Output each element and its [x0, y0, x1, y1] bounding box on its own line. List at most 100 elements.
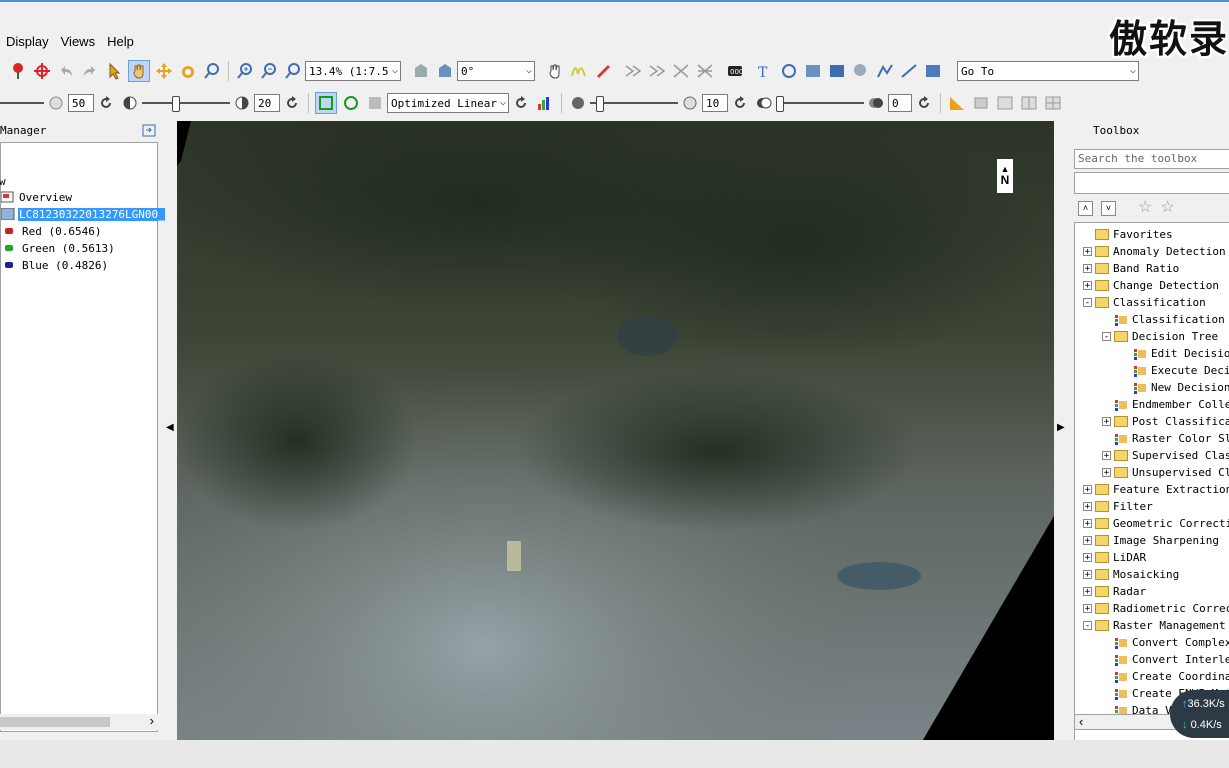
select-arrow-icon[interactable]	[104, 61, 124, 81]
chip-icon[interactable]	[923, 61, 943, 81]
vector-create-icon[interactable]	[569, 61, 589, 81]
reset-sharpen-icon[interactable]	[730, 93, 750, 113]
collapse-right-icon[interactable]: ▶	[1057, 422, 1065, 433]
stretch-view-icon[interactable]	[341, 93, 361, 113]
image-view[interactable]: ▲ N	[177, 121, 1054, 740]
expand-icon[interactable]: +	[1083, 604, 1092, 614]
band-green-item[interactable]: Green (0.5613)	[1, 240, 115, 256]
raster-layer-item[interactable]: LC81230322013276LGN00_M	[0, 206, 173, 222]
slider-thumb[interactable]	[596, 96, 604, 112]
spectral-icon[interactable]	[899, 61, 919, 81]
zoom-in-icon[interactable]	[235, 61, 255, 81]
expand-icon[interactable]: +	[1083, 485, 1092, 495]
expand-icon[interactable]: +	[1083, 519, 1092, 529]
toolbox-item[interactable]: + Change Detection	[1083, 277, 1219, 294]
redo-icon[interactable]	[80, 61, 100, 81]
collapse-all-icon[interactable]: ˄	[1078, 201, 1093, 216]
toolbox-item[interactable]: - Decision Tree	[1102, 328, 1218, 345]
layer-tree-hscrollbar[interactable]: ›	[0, 713, 158, 730]
expand-icon[interactable]: +	[1083, 553, 1092, 563]
toolbox-item[interactable]: Classification W	[1102, 311, 1229, 328]
collapse-icon[interactable]: -	[1083, 621, 1092, 631]
expand-icon[interactable]: +	[1083, 247, 1092, 257]
expand-icon[interactable]: +	[1083, 264, 1092, 274]
portal-icon[interactable]	[803, 61, 823, 81]
reset-brightness-icon[interactable]	[96, 93, 116, 113]
rotate-icon[interactable]	[178, 61, 198, 81]
fixed-zoom-icon[interactable]	[202, 61, 222, 81]
toolbox-item[interactable]: Raster Color Sl	[1102, 430, 1229, 447]
expand-icon[interactable]: +	[1083, 536, 1092, 546]
toolbox-item[interactable]: - Classification	[1083, 294, 1206, 311]
zoom-combo[interactable]: 13.4% (1:7.5 ⌵	[305, 61, 401, 81]
toolbox-item[interactable]: - Raster Management	[1083, 617, 1226, 634]
reset-transparency-icon[interactable]	[914, 93, 934, 113]
overview-item[interactable]: Overview	[0, 189, 72, 205]
toolbox-item[interactable]: Convert Interle	[1102, 651, 1229, 668]
brightness-slider[interactable]	[0, 94, 44, 112]
toolbox-item[interactable]: + Anomaly Detection	[1083, 243, 1226, 260]
toolbox-item[interactable]: + Supervised Clas	[1102, 447, 1229, 464]
toolbox-item[interactable]: Endmember Colle	[1102, 396, 1229, 413]
vertex-tool-3-icon[interactable]	[671, 61, 691, 81]
rotate-north-icon[interactable]	[411, 61, 431, 81]
stretch-combo[interactable]: Optimized Linear ⌵	[387, 93, 509, 113]
view-icon[interactable]	[827, 61, 847, 81]
tree-root[interactable]: w	[0, 173, 6, 189]
unfavorite-star-icon[interactable]: ☆	[1160, 200, 1174, 216]
menu-views[interactable]: Views	[61, 34, 95, 52]
toolbox-item[interactable]: + Geometric Correctio	[1083, 515, 1229, 532]
vertex-tool-1-icon[interactable]	[623, 61, 643, 81]
right-splitter[interactable]: ▶	[1056, 120, 1066, 740]
menu-display[interactable]: Display	[6, 34, 49, 52]
expand-icon[interactable]: +	[1102, 417, 1111, 427]
toolbox-item[interactable]: New Decision	[1121, 379, 1229, 396]
cursor-value-icon[interactable]	[779, 61, 799, 81]
toolbox-item[interactable]: + Mosaicking	[1083, 566, 1179, 583]
goto-combo[interactable]: Go To ⌵	[957, 61, 1139, 81]
contrast-value[interactable]: 20	[254, 94, 280, 112]
sharpen-value[interactable]: 10	[702, 94, 728, 112]
scroll-right-icon[interactable]: ›	[150, 713, 154, 728]
text-annotation-icon[interactable]: T	[755, 61, 775, 81]
toolbox-item[interactable]: Execute Deci	[1121, 362, 1229, 379]
rotation-combo[interactable]: 0° ⌵	[457, 61, 535, 81]
expand-icon[interactable]: +	[1102, 468, 1111, 478]
menu-help[interactable]: Help	[107, 34, 134, 52]
layout-single-icon[interactable]	[995, 93, 1015, 113]
profile-icon[interactable]	[875, 61, 895, 81]
histogram-icon[interactable]	[535, 93, 555, 113]
toolbox-item[interactable]: + Unsupervised Cl	[1102, 464, 1229, 481]
zoom-full-icon[interactable]	[283, 61, 303, 81]
collapse-icon[interactable]: -	[1083, 298, 1092, 308]
chip-view-icon[interactable]	[971, 93, 991, 113]
vector-hand-icon[interactable]	[545, 61, 565, 81]
reset-contrast-icon[interactable]	[282, 93, 302, 113]
pan-hand-icon[interactable]	[128, 60, 150, 82]
favorite-star-icon[interactable]: ☆	[1138, 200, 1152, 216]
toolbox-item[interactable]: + Feature Extraction	[1083, 481, 1229, 498]
scroll-left-icon[interactable]: ‹	[1079, 714, 1083, 729]
magnifier-icon[interactable]	[851, 61, 871, 81]
rotate-view-icon[interactable]	[435, 61, 455, 81]
toolbox-item[interactable]: + Radar	[1083, 583, 1146, 600]
slider-thumb[interactable]	[172, 96, 180, 112]
band-red-item[interactable]: Red (0.6546)	[1, 223, 101, 239]
scroll-thumb[interactable]	[0, 717, 110, 727]
vertex-tool-2-icon[interactable]	[647, 61, 667, 81]
toolbox-item[interactable]: + Post Classifica	[1102, 413, 1229, 430]
stretch-roi-icon[interactable]	[315, 92, 337, 114]
toolbox-item[interactable]: + Radiometric Correct	[1083, 600, 1229, 617]
vector-edit-icon[interactable]	[593, 61, 613, 81]
toolbox-search-input[interactable]: Search the toolbox	[1074, 149, 1229, 169]
stretch-type-icon[interactable]	[365, 93, 385, 113]
transparency-slider[interactable]	[776, 94, 864, 112]
collapse-icon[interactable]: -	[1102, 332, 1111, 342]
pin-icon[interactable]	[8, 61, 28, 81]
reset-stretch-icon[interactable]	[511, 93, 531, 113]
expand-icon[interactable]: +	[1083, 570, 1092, 580]
zoom-out-icon[interactable]	[259, 61, 279, 81]
band-blue-item[interactable]: Blue (0.4826)	[1, 257, 108, 273]
fly-icon[interactable]	[154, 61, 174, 81]
toolbox-item[interactable]: Favorites	[1083, 226, 1173, 243]
